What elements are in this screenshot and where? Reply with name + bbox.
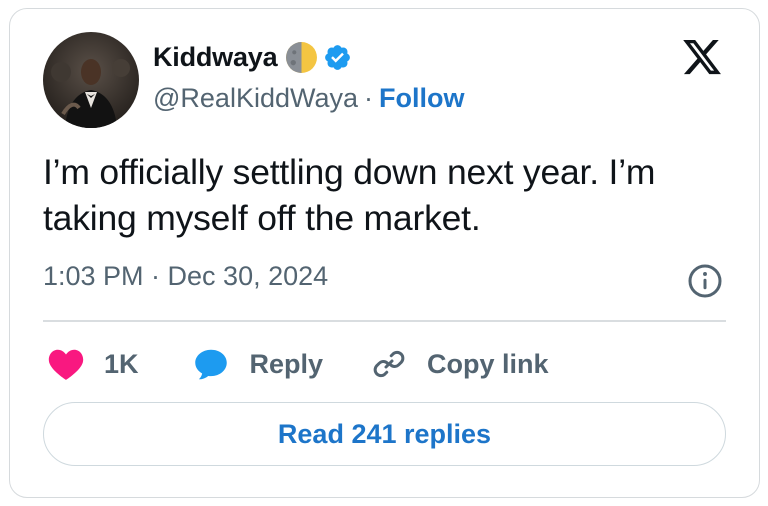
read-replies-label: Read 241 replies [277, 418, 492, 449]
reply-button[interactable]: Reply [192, 346, 324, 382]
follow-button[interactable]: Follow [379, 83, 464, 114]
author-handle-row: @RealKiddWaya · Follow [153, 83, 464, 114]
heart-icon [48, 349, 84, 380]
divider [43, 320, 726, 322]
tweet-text: I’m officially settling down next year. … [43, 152, 656, 238]
copy-link-label: Copy link [427, 348, 549, 379]
read-replies-button[interactable]: Read 241 replies [43, 402, 726, 466]
tweet-card: Kiddwaya @RealKiddWaya · Follow I’m offi… [9, 8, 760, 498]
like-button[interactable]: 1K [48, 347, 139, 381]
action-bar: 1K Reply Copy link [48, 342, 549, 386]
verified-badge-icon [325, 45, 351, 70]
info-icon[interactable] [687, 263, 723, 299]
reply-label: Reply [249, 348, 324, 379]
moon-icon [286, 42, 318, 73]
author-name-row: Kiddwaya [153, 41, 352, 74]
x-logo-icon[interactable] [680, 36, 724, 78]
display-name[interactable]: Kiddwaya [153, 42, 278, 73]
author-handle[interactable]: @RealKiddWaya [153, 83, 358, 114]
reply-icon [194, 349, 227, 380]
copy-link-button[interactable]: Copy link [371, 346, 549, 382]
like-count: 1K [104, 348, 139, 379]
link-icon [373, 350, 405, 378]
handle-separator: · [364, 83, 373, 113]
avatar[interactable] [43, 32, 139, 128]
tweet-timestamp[interactable]: 1:03 PM · Dec 30, 2024 [43, 261, 328, 292]
